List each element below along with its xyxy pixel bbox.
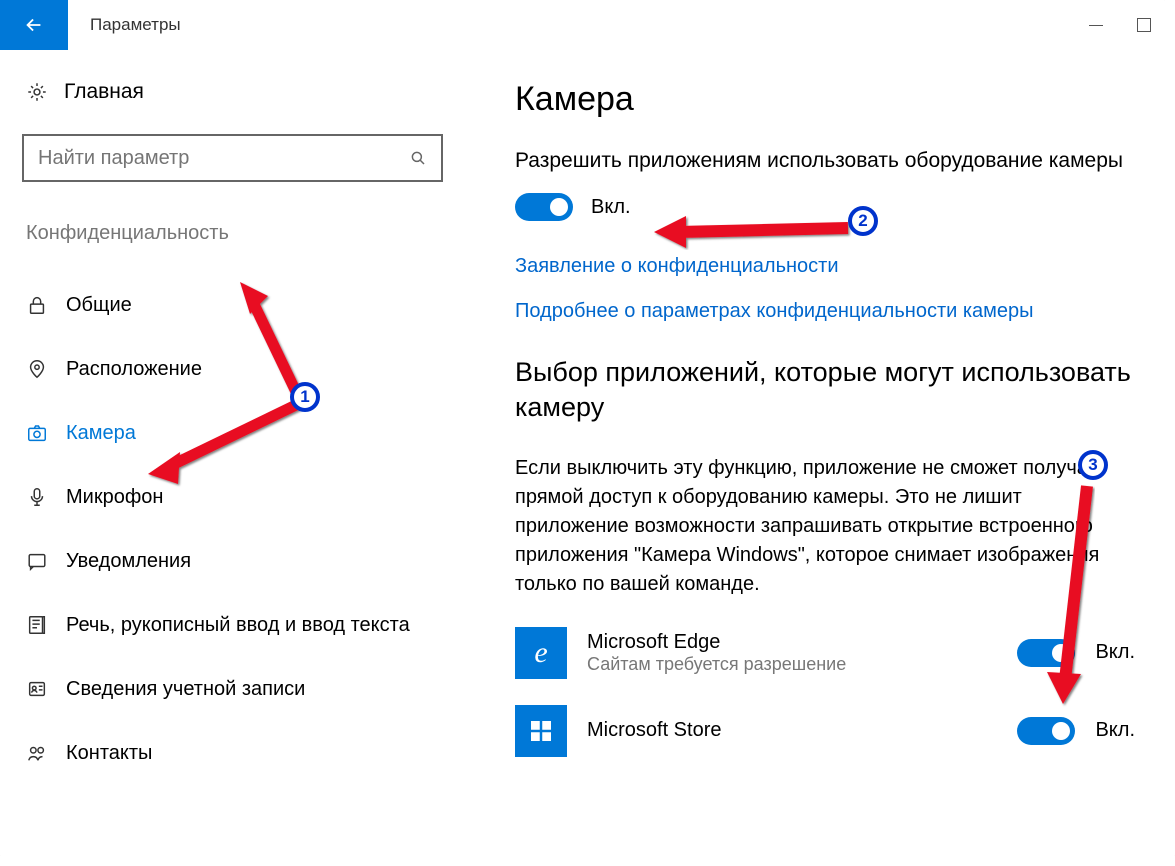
app-toggle-store[interactable]: [1017, 717, 1075, 745]
account-icon: [26, 678, 48, 700]
annotation-badge-3: 3: [1078, 450, 1108, 480]
home-label: Главная: [64, 80, 144, 104]
main-panel: Камера Разрешить приложениям использоват…: [465, 50, 1175, 866]
app-row-store: Microsoft Store Вкл.: [515, 705, 1135, 757]
sidebar-item-speech[interactable]: Речь, рукописный ввод и ввод текста: [22, 593, 443, 657]
annotation-arrow-2: [648, 210, 858, 250]
sidebar-item-label: Уведомления: [66, 550, 191, 573]
back-button[interactable]: [0, 0, 68, 50]
app-subtext: Сайтам требуется разрешение: [587, 654, 997, 675]
choose-apps-heading: Выбор приложений, которые могут использо…: [515, 355, 1135, 425]
sidebar-item-label: Речь, рукописный ввод и ввод текста: [66, 614, 410, 637]
home-link[interactable]: Главная: [26, 80, 443, 104]
window-controls: [1087, 0, 1175, 50]
search-box[interactable]: [22, 134, 443, 182]
allow-apps-text: Разрешить приложениям использовать обору…: [515, 147, 1135, 175]
toggle-state-label: Вкл.: [591, 196, 631, 219]
app-toggle-state: Вкл.: [1095, 719, 1135, 742]
annotation-arrow-1b: [140, 396, 310, 496]
sidebar-item-account[interactable]: Сведения учетной записи: [22, 657, 443, 721]
section-header: Конфиденциальность: [26, 222, 443, 245]
sidebar-item-label: Сведения учетной записи: [66, 678, 305, 701]
privacy-statement-link[interactable]: Заявление о конфиденциальности: [515, 255, 1135, 278]
app-name: Microsoft Store: [587, 719, 997, 742]
page-title: Камера: [515, 80, 1135, 119]
minimize-button[interactable]: [1087, 16, 1105, 34]
speech-icon: [26, 614, 48, 636]
lock-icon: [26, 294, 48, 316]
search-icon: [409, 149, 427, 167]
arrow-left-icon: [23, 14, 45, 36]
sidebar-item-notifications[interactable]: Уведомления: [22, 529, 443, 593]
titlebar: Параметры: [0, 0, 1175, 50]
sidebar-item-label: Контакты: [66, 742, 152, 765]
privacy-more-link[interactable]: Подробнее о параметрах конфиденциальност…: [515, 300, 1135, 323]
store-icon: [515, 705, 567, 757]
gear-icon: [26, 81, 48, 103]
contacts-icon: [26, 742, 48, 764]
window-title: Параметры: [68, 0, 1087, 50]
sidebar-item-label: Расположение: [66, 358, 202, 381]
annotation-badge-1: 1: [290, 382, 320, 412]
edge-icon: e: [515, 627, 567, 679]
sidebar-item-contacts[interactable]: Контакты: [22, 721, 443, 785]
maximize-button[interactable]: [1135, 16, 1153, 34]
annotation-badge-2: 2: [848, 206, 878, 236]
app-name: Microsoft Edge: [587, 631, 997, 654]
location-icon: [26, 358, 48, 380]
sidebar-item-label: Камера: [66, 422, 136, 445]
search-input[interactable]: [38, 147, 409, 170]
camera-icon: [26, 422, 48, 444]
sidebar-item-label: Общие: [66, 294, 132, 317]
camera-master-toggle[interactable]: [515, 193, 573, 221]
notification-icon: [26, 550, 48, 572]
annotation-arrow-3: [1035, 480, 1105, 710]
mic-icon: [26, 486, 48, 508]
